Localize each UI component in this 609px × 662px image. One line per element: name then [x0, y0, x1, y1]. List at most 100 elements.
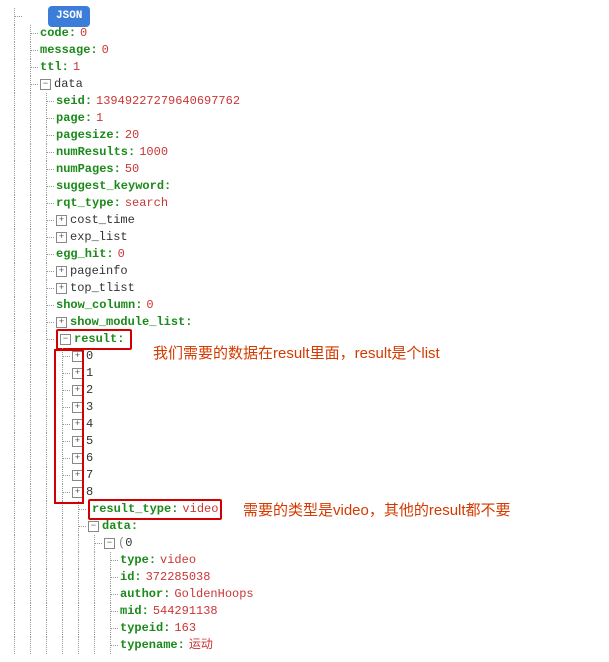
- key: seid: [56, 93, 85, 110]
- node-code: code : 0: [8, 25, 601, 42]
- value: 1: [96, 110, 103, 127]
- key: type: [120, 552, 149, 569]
- json-tree: JSON code : 0 message : 0 ttl : 1 − data…: [8, 8, 601, 654]
- node-data2-index[interactable]: − ( 0: [8, 535, 601, 552]
- key: numResults: [56, 144, 128, 161]
- expand-icon[interactable]: +: [56, 215, 67, 226]
- expand-icon[interactable]: +: [72, 402, 83, 413]
- result-index-row[interactable]: +2: [8, 382, 601, 399]
- expand-icon[interactable]: +: [72, 453, 83, 464]
- value: 0: [80, 25, 87, 42]
- annotation-2: 需要的类型是video，其他的result都不要: [243, 500, 603, 523]
- annotation-1: 我们需要的数据在result里面，result是个list: [153, 343, 593, 366]
- value: 0: [102, 42, 109, 59]
- node-toptlist[interactable]: + top_tlist: [8, 280, 601, 297]
- key: exp_list: [70, 229, 128, 246]
- value: video: [182, 501, 218, 518]
- value: 163: [174, 620, 196, 637]
- expand-icon[interactable]: +: [56, 232, 67, 243]
- key: rqt_type: [56, 195, 114, 212]
- value: search: [125, 195, 168, 212]
- key: pageinfo: [70, 263, 128, 280]
- index: 3: [86, 399, 93, 416]
- key: suggest_keyword: [56, 178, 164, 195]
- expand-icon[interactable]: +: [56, 317, 67, 328]
- expand-icon[interactable]: +: [72, 436, 83, 447]
- value: 372285038: [146, 569, 211, 586]
- expand-icon[interactable]: +: [56, 283, 67, 294]
- node-suggestkeyword: suggest_keyword :: [8, 178, 601, 195]
- key: author: [120, 586, 163, 603]
- node-type: type : video: [8, 552, 601, 569]
- index: 5: [86, 433, 93, 450]
- node-typeid: typeid : 163: [8, 620, 601, 637]
- index: 0: [86, 348, 93, 365]
- expand-icon[interactable]: +: [72, 385, 83, 396]
- key: message: [40, 42, 90, 59]
- result-index-row[interactable]: +7: [8, 467, 601, 484]
- key: pagesize: [56, 127, 114, 144]
- value: 1000: [139, 144, 168, 161]
- value: 0: [146, 297, 153, 314]
- result-index-row[interactable]: +1: [8, 365, 601, 382]
- key: top_tlist: [70, 280, 135, 297]
- json-badge: JSON: [48, 6, 90, 27]
- node-data[interactable]: − data: [8, 76, 601, 93]
- key: typename: [120, 637, 178, 654]
- collapse-icon[interactable]: −: [88, 521, 99, 532]
- key: data: [102, 518, 131, 535]
- key: result_type: [92, 501, 171, 518]
- node-numresults: numResults : 1000: [8, 144, 601, 161]
- value: 20: [125, 127, 139, 144]
- key: code: [40, 25, 69, 42]
- key: result: [74, 331, 117, 348]
- node-author: author : GoldenHoops: [8, 586, 601, 603]
- index: 2: [86, 382, 93, 399]
- badge-row: JSON: [8, 8, 601, 25]
- index: 7: [86, 467, 93, 484]
- expand-icon[interactable]: +: [72, 351, 83, 362]
- node-pageinfo[interactable]: + pageinfo: [8, 263, 601, 280]
- expand-icon[interactable]: +: [72, 419, 83, 430]
- expand-icon[interactable]: +: [72, 487, 83, 498]
- node-seid: seid : 13949227279640697762: [8, 93, 601, 110]
- collapse-icon[interactable]: −: [40, 79, 51, 90]
- value: 1: [73, 59, 80, 76]
- index: 1: [86, 365, 93, 382]
- node-pagesize: pagesize : 20: [8, 127, 601, 144]
- value: video: [160, 552, 196, 569]
- key: page: [56, 110, 85, 127]
- highlight-box: result_type : video: [88, 499, 222, 520]
- node-explist[interactable]: + exp_list: [8, 229, 601, 246]
- index: 0: [125, 535, 132, 552]
- node-page: page : 1: [8, 110, 601, 127]
- collapse-icon[interactable]: −: [60, 334, 71, 345]
- expand-icon[interactable]: +: [56, 266, 67, 277]
- highlight-box: − result :: [56, 329, 132, 350]
- result-index-row[interactable]: +6: [8, 450, 601, 467]
- node-rqttype: rqt_type : search: [8, 195, 601, 212]
- result-index-row[interactable]: +4: [8, 416, 601, 433]
- key: egg_hit: [56, 246, 106, 263]
- key: id: [120, 569, 134, 586]
- index: 4: [86, 416, 93, 433]
- value: 运动: [189, 637, 213, 654]
- value: 50: [125, 161, 139, 178]
- value: 13949227279640697762: [96, 93, 240, 110]
- collapse-icon[interactable]: −: [104, 538, 115, 549]
- result-index-row[interactable]: +3: [8, 399, 601, 416]
- value: 544291138: [153, 603, 218, 620]
- result-index-row[interactable]: +5: [8, 433, 601, 450]
- value: GoldenHoops: [174, 586, 253, 603]
- key: ttl: [40, 59, 62, 76]
- node-ttl: ttl : 1: [8, 59, 601, 76]
- key: data: [54, 76, 83, 93]
- node-mid: mid : 544291138: [8, 603, 601, 620]
- key: show_column: [56, 297, 135, 314]
- node-typename: typename : 运动: [8, 637, 601, 654]
- expand-icon[interactable]: +: [72, 470, 83, 481]
- node-id: id : 372285038: [8, 569, 601, 586]
- node-showcolumn: show_column : 0: [8, 297, 601, 314]
- expand-icon[interactable]: +: [72, 368, 83, 379]
- node-costtime[interactable]: + cost_time: [8, 212, 601, 229]
